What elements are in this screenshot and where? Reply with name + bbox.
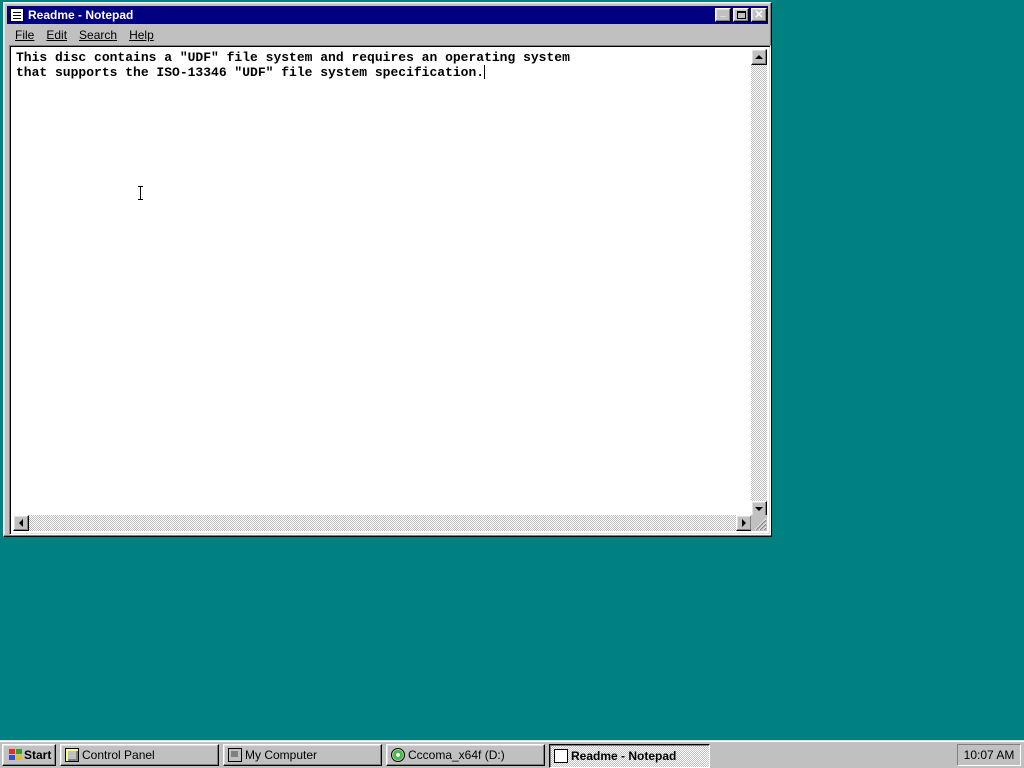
title-bar[interactable]: Readme - Notepad _ ✕ (7, 6, 768, 24)
task-my-computer[interactable]: My Computer (223, 744, 382, 766)
horizontal-scrollbar[interactable] (13, 515, 752, 531)
window-title: Readme - Notepad (28, 8, 134, 22)
task-notepad[interactable]: Readme - Notepad (549, 744, 710, 768)
text-line-1: This disc contains a "UDF" file system a… (16, 50, 570, 65)
minimize-button[interactable]: _ (715, 8, 731, 22)
scroll-right-button[interactable] (736, 515, 752, 531)
arrow-left-icon (19, 519, 23, 527)
my-computer-icon (228, 748, 242, 762)
maximize-icon (736, 11, 746, 19)
task-label: My Computer (245, 748, 318, 762)
taskbar: Start Control Panel My Computer Cccoma_x… (0, 740, 1024, 768)
notepad-icon[interactable] (10, 8, 24, 22)
menu-file[interactable]: File (7, 28, 40, 42)
task-label: Control Panel (82, 748, 155, 762)
system-tray: 10:07 AM (957, 744, 1021, 766)
arrow-down-icon (755, 507, 763, 511)
menu-edit[interactable]: Edit (40, 28, 73, 42)
task-label: Readme - Notepad (571, 749, 677, 763)
vertical-scrollbar[interactable] (751, 49, 767, 517)
text-line-2: that supports the ISO-13346 "UDF" file s… (16, 65, 485, 80)
text-caret (484, 65, 486, 79)
editor-frame: This disc contains a "UDF" file system a… (9, 45, 771, 535)
notepad-icon (554, 749, 568, 763)
task-cd-drive[interactable]: Cccoma_x64f (D:) (386, 744, 545, 766)
menu-bar: File Edit Search Help (7, 25, 768, 44)
menu-help[interactable]: Help (123, 28, 160, 42)
task-label: Cccoma_x64f (D:) (408, 748, 505, 762)
size-grip[interactable] (751, 515, 767, 531)
start-button[interactable]: Start (2, 744, 56, 766)
control-panel-icon (65, 748, 79, 762)
windows-logo-icon (6, 748, 22, 762)
close-icon: ✕ (754, 8, 764, 21)
start-label: Start (24, 748, 52, 762)
scroll-up-button[interactable] (751, 49, 767, 65)
arrow-right-icon (742, 519, 746, 527)
minimize-icon: _ (720, 7, 726, 18)
maximize-button[interactable] (733, 8, 749, 22)
resize-grip-icon (754, 518, 767, 531)
cd-drive-icon (391, 748, 405, 762)
ibeam-cursor-icon (138, 186, 143, 200)
close-button[interactable]: ✕ (751, 8, 767, 22)
arrow-up-icon (755, 55, 763, 59)
scroll-left-button[interactable] (13, 515, 29, 531)
menu-search[interactable]: Search (73, 28, 123, 42)
task-control-panel[interactable]: Control Panel (60, 744, 219, 766)
notepad-window: Readme - Notepad _ ✕ File Edit Search He… (3, 2, 772, 537)
text-area[interactable]: This disc contains a "UDF" file system a… (13, 49, 752, 517)
clock[interactable]: 10:07 AM (964, 748, 1015, 762)
